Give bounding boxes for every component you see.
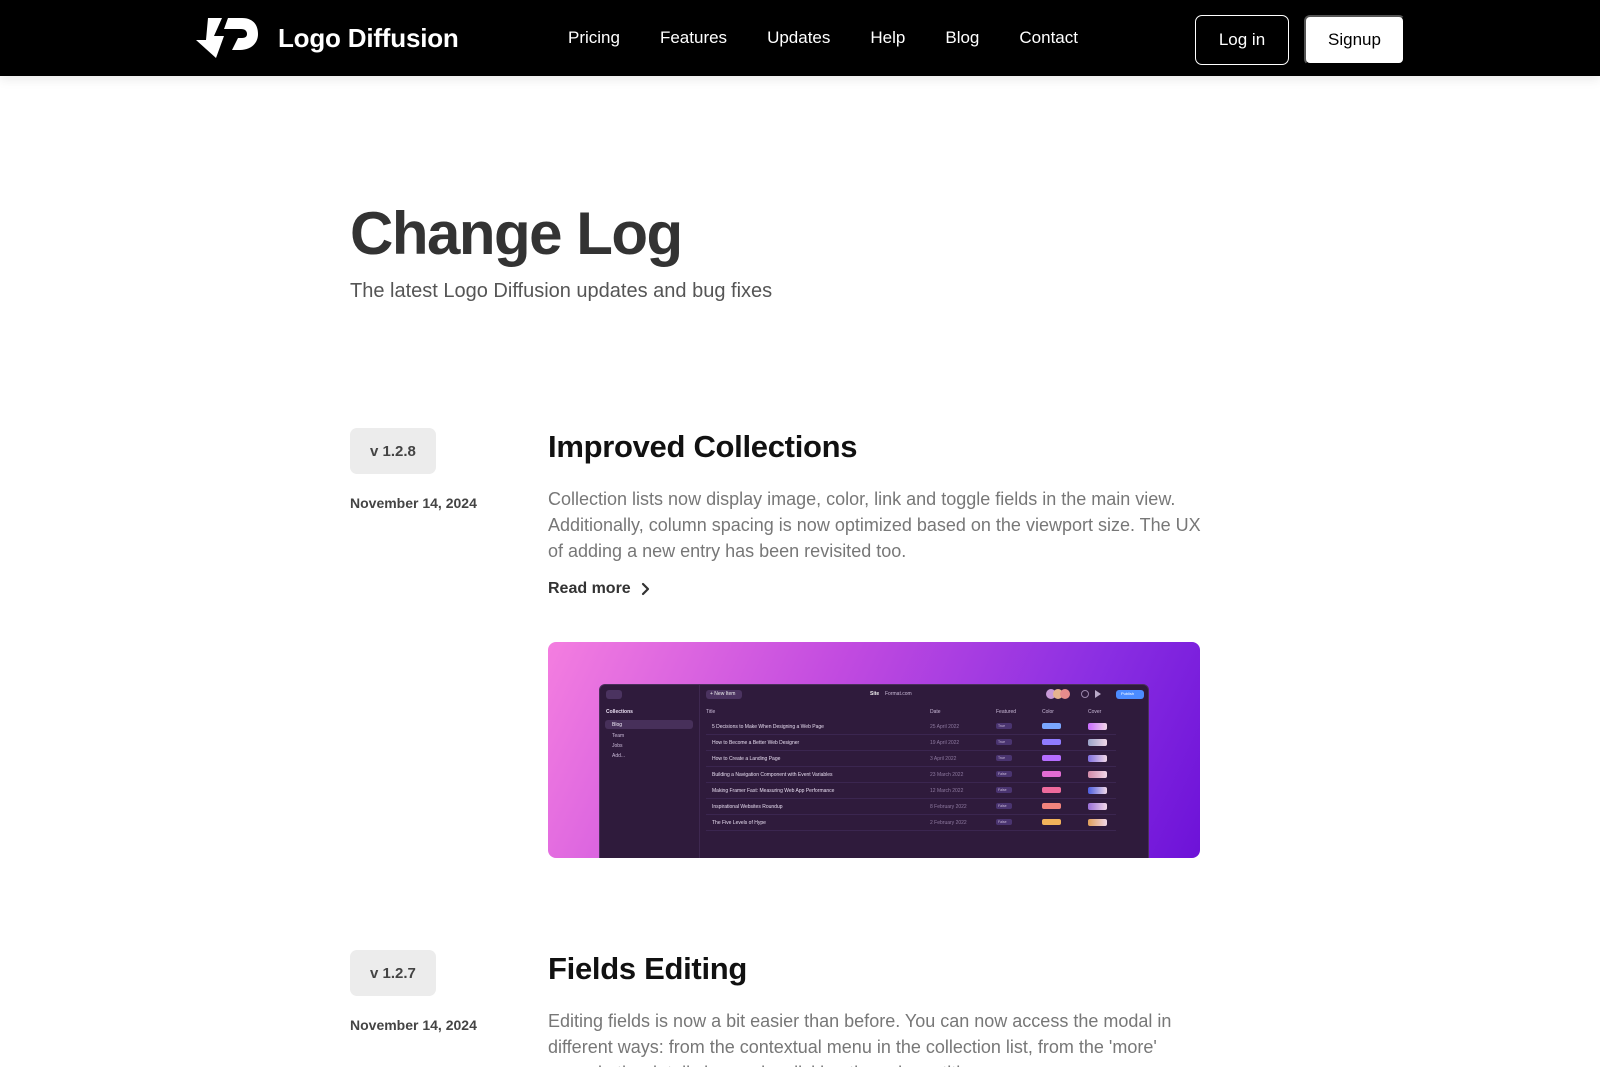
main-nav: Pricing Features Updates Help Blog Conta… [568, 0, 1118, 76]
table-row-divider [706, 798, 1116, 799]
table-row-title[interactable]: Building a Navigation Component with Eve… [712, 772, 833, 778]
table-row-divider [706, 750, 1116, 751]
table-row-title[interactable]: The Five Levels of Hype [712, 820, 766, 826]
app-preview-window: Collections Blog Team Jobs Add... + New … [599, 684, 1149, 858]
version-badge: v 1.2.7 [350, 950, 436, 996]
format-label: Format.com [885, 691, 912, 697]
column-header-color[interactable]: Color [1042, 709, 1054, 715]
sidebar-item-add[interactable]: Add... [612, 753, 625, 759]
entry-title: Fields Editing [548, 951, 748, 986]
brand-name: Logo Diffusion [278, 22, 459, 53]
table-row-featured: True [998, 724, 1006, 728]
site-label: Site [870, 691, 880, 697]
table-row-title[interactable]: Making Framer Fast: Measuring Web App Pe… [712, 788, 834, 794]
app-sidebar: Collections Blog Team Jobs Add... [600, 685, 700, 858]
nav-link-help[interactable]: Help [870, 28, 905, 48]
signup-button[interactable]: Signup [1304, 15, 1405, 65]
table-row-date: 3 April 2022 [930, 756, 957, 762]
table-row-date: 19 April 2022 [930, 740, 960, 746]
changelog-entry: v 1.2.7 November 14, 2024 Fields Editing… [350, 950, 1210, 1067]
update-screenshot: Collections Blog Team Jobs Add... + New … [548, 642, 1200, 858]
avatar [1060, 689, 1070, 699]
table-row-divider [706, 814, 1116, 815]
logo-diffusion-icon [196, 18, 258, 58]
nav-link-blog[interactable]: Blog [945, 28, 979, 48]
play-icon[interactable] [1095, 690, 1101, 698]
table-row-featured: False [998, 820, 1007, 824]
table-row-color-swatch [1042, 819, 1061, 825]
table-row-date: 8 February 2022 [930, 804, 967, 810]
table-row-featured: False [998, 772, 1007, 776]
table-row-color-swatch [1042, 755, 1061, 761]
nav-link-features[interactable]: Features [660, 28, 727, 48]
table-row-featured: True [998, 740, 1006, 744]
table-row-color-swatch [1042, 739, 1061, 745]
table-row-cover-thumbnail [1088, 819, 1107, 826]
sidebar-item-jobs[interactable]: Jobs [612, 743, 623, 749]
table-row-color-swatch [1042, 723, 1061, 729]
table-row-divider [706, 766, 1116, 767]
table-row-cover-thumbnail [1088, 723, 1107, 730]
table-row-featured: False [998, 788, 1007, 792]
column-header-featured[interactable]: Featured [996, 709, 1016, 715]
changelog-entry: v 1.2.8 November 14, 2024 Improved Colle… [350, 428, 1210, 868]
table-row-cover-thumbnail [1088, 771, 1107, 778]
brand-logo-link[interactable]: Logo Diffusion [194, 16, 459, 60]
table-row-divider [706, 782, 1116, 783]
nav-link-updates[interactable]: Updates [767, 28, 830, 48]
version-badge: v 1.2.8 [350, 428, 436, 474]
table-row-color-swatch [1042, 787, 1061, 793]
table-row-date: 12 March 2022 [930, 788, 964, 794]
table-row-title[interactable]: Inspirational Websites Roundup [712, 804, 783, 810]
settings-icon[interactable] [1081, 690, 1089, 698]
table-row-divider [706, 734, 1116, 735]
table-row-cover-thumbnail [1088, 803, 1107, 810]
table-row-date: 25 April 2022 [930, 724, 960, 730]
table-row-divider [706, 830, 1116, 831]
login-button[interactable]: Log in [1195, 15, 1289, 65]
sidebar-header: Collections [606, 709, 633, 715]
column-header-title[interactable]: Title [706, 709, 715, 715]
entry-body: Editing fields is now a bit easier than … [548, 1011, 1172, 1067]
table-row-title[interactable]: 5 Decisions to Make When Designing a Web… [712, 724, 824, 730]
table-row-cover-thumbnail [1088, 787, 1107, 794]
table-row-color-swatch [1042, 803, 1061, 809]
table-row-title[interactable]: How to Create a Landing Page [712, 756, 780, 762]
table-row-featured: False [998, 804, 1007, 808]
table-row-color-swatch [1042, 771, 1061, 777]
nav-link-contact[interactable]: Contact [1019, 28, 1078, 48]
table-row-date: 23 March 2022 [930, 772, 964, 778]
page-title: Change Log [350, 200, 683, 267]
column-header-date[interactable]: Date [930, 709, 941, 715]
entry-body: Collection lists now display image, colo… [548, 489, 1201, 561]
menu-icon [606, 690, 622, 699]
page-subtitle: The latest Logo Diffusion updates and bu… [350, 280, 773, 302]
table-row-cover-thumbnail [1088, 739, 1107, 746]
read-more-link[interactable]: Read more [548, 580, 651, 598]
read-more-label: Read more [548, 580, 631, 597]
sidebar-item-team[interactable]: Team [612, 733, 624, 739]
entry-title: Improved Collections [548, 429, 858, 464]
table-row-date: 2 February 2022 [930, 820, 967, 826]
chevron-right-icon [641, 582, 649, 596]
sidebar-item-blog[interactable]: Blog [612, 722, 622, 728]
nav-link-pricing[interactable]: Pricing [568, 28, 620, 48]
top-navbar: Logo Diffusion Pricing Features Updates … [0, 0, 1600, 76]
entry-date: November 14, 2024 [350, 495, 477, 511]
table-row-title[interactable]: How to Become a Better Web Designer [712, 740, 799, 746]
new-item-label: + New Item [710, 691, 736, 697]
table-row-cover-thumbnail [1088, 755, 1107, 762]
column-header-cover[interactable]: Cover [1088, 709, 1101, 715]
table-row-featured: True [998, 756, 1006, 760]
entry-date: November 14, 2024 [350, 1017, 477, 1033]
publish-label: Publish [1121, 691, 1135, 696]
